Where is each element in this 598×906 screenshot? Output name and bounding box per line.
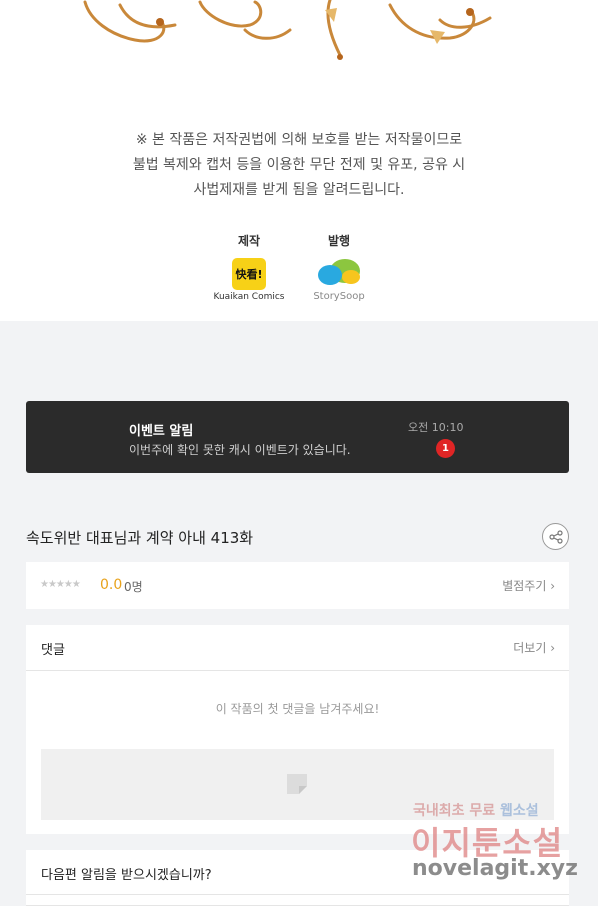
producer-credit: 제작 快看! Kuaikan Comics: [204, 232, 294, 302]
rating-card: ★★★★★ 0.0 0명 별점주기 ›: [26, 562, 569, 609]
notice-line-1: ※ 본 작품은 저작권법에 의해 보호를 받는 저작물이므로: [135, 132, 463, 148]
producer-name: Kuaikan Comics: [213, 292, 285, 302]
share-icon: [548, 529, 563, 544]
event-count-badge: 1: [436, 439, 455, 458]
watermark: 국내최초 무료 웹소설 이지툰소설 novelagit.xyz: [410, 798, 598, 906]
publisher-credit: 발행 StorySoop: [294, 232, 384, 302]
watermark-line-1: 국내최초 무료 웹소설: [413, 800, 539, 820]
watermark-line-1b: 웹소설: [500, 803, 539, 819]
event-message: 이번주에 확인 못한 캐시 이벤트가 있습니다.: [129, 443, 351, 457]
rating-score: 0.0: [100, 577, 123, 593]
storysoop-logo: [318, 259, 360, 285]
event-title: 이벤트 알림: [129, 424, 194, 439]
credits: 제작 快看! Kuaikan Comics 발행 StorySoop: [0, 232, 598, 312]
event-time: 오전 10:10: [408, 421, 464, 434]
watermark-line-3: novelagit.xyz: [412, 856, 578, 881]
rating-count: 0명: [124, 580, 143, 594]
event-notification-banner[interactable]: 이벤트 알림 이번주에 확인 못한 캐시 이벤트가 있습니다. 오전 10:10…: [26, 401, 569, 473]
publisher-title: 발행: [327, 234, 351, 248]
top-content-area: ※ 본 작품은 저작권법에 의해 보호를 받는 저작물이므로 불법 복제와 캡처…: [0, 0, 598, 321]
producer-title: 제작: [237, 234, 261, 248]
kuaikan-logo: 快看!: [232, 258, 266, 290]
comments-title: 댓글: [41, 643, 65, 658]
notice-line-2: 불법 복제와 캡처 등을 이용한 무단 전제 및 유포, 공유 시: [132, 157, 466, 173]
notify-question: 다음편 알림을 받으시겠습니까?: [41, 868, 212, 883]
share-button[interactable]: [542, 523, 569, 550]
ornament-title-image: [83, 0, 492, 60]
comments-more-link[interactable]: 더보기 ›: [513, 639, 555, 656]
copyright-notice: ※ 본 작품은 저작권법에 의해 보호를 받는 저작물이므로 불법 복제와 캡처…: [0, 128, 598, 203]
comments-empty-message: 이 작품의 첫 댓글을 남겨주세요!: [215, 702, 380, 716]
publisher-name: StorySoop: [313, 291, 365, 302]
episode-title: 속도위반 대표님과 계약 아내 413화: [26, 529, 254, 547]
rate-button[interactable]: 별점주기 ›: [502, 577, 555, 594]
star-rating-icon: ★★★★★: [40, 579, 81, 590]
notice-line-3: 사법제재를 받게 됨을 알려드립니다.: [193, 182, 405, 198]
comments-header: 댓글 더보기 ›: [26, 625, 569, 671]
watermark-line-1a: 국내최초 무료: [413, 803, 501, 819]
note-icon: [287, 774, 307, 794]
